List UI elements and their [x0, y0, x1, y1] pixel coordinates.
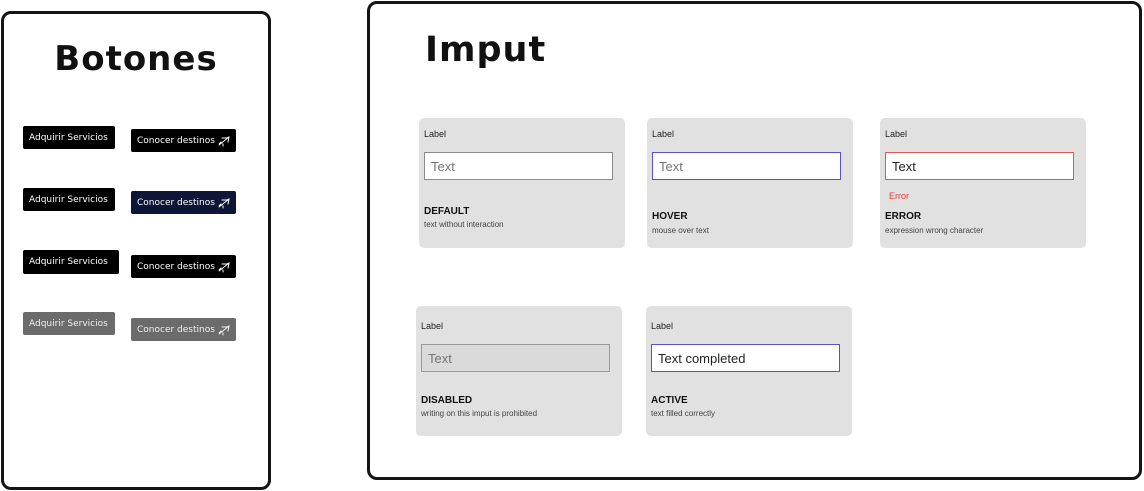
state-description: writing on this imput is prohibited	[421, 409, 538, 418]
field-label: Label	[424, 129, 447, 139]
input-card-disabled: Label DISABLED writing on this imput is …	[416, 306, 622, 436]
adquirir-servicios-button[interactable]: Adquirir Servicios	[23, 126, 115, 149]
state-description: text filled correctly	[651, 409, 716, 418]
button-label: Conocer destinos	[137, 324, 215, 335]
airplane-icon	[218, 324, 230, 336]
conocer-destinos-button-disabled[interactable]: Conocer destinos	[131, 318, 236, 341]
state-title: DISABLED	[421, 395, 473, 406]
input-card-hover: Label HOVER mouse over text	[647, 118, 853, 248]
airplane-icon	[218, 135, 230, 147]
airplane-icon	[218, 197, 230, 209]
text-input-active[interactable]	[651, 344, 840, 372]
input-title: Imput	[425, 30, 547, 70]
state-title: ACTIVE	[651, 395, 688, 406]
airplane-icon	[218, 261, 230, 273]
text-input-error[interactable]	[885, 152, 1074, 180]
field-label: Label	[652, 129, 675, 139]
adquirir-servicios-button-disabled[interactable]: Adquirir Servicios	[23, 312, 115, 335]
conocer-destinos-button[interactable]: Conocer destinos	[131, 129, 236, 152]
button-label: Conocer destinos	[137, 135, 215, 146]
button-label: Adquirir Servicios	[29, 257, 108, 267]
button-label: Conocer destinos	[137, 261, 215, 272]
state-description: text without interaction	[424, 220, 504, 229]
button-label: Conocer destinos	[137, 197, 215, 208]
field-label: Label	[421, 321, 444, 331]
adquirir-servicios-button-active[interactable]: Adquirir Servicios	[23, 250, 119, 274]
input-card-default: Label DEFAULT text without interaction	[419, 118, 625, 248]
text-input-hover[interactable]	[652, 152, 841, 180]
buttons-panel: Botones Adquirir Servicios Conocer desti…	[1, 11, 271, 490]
input-card-error: Label Error ERROR expression wrong chara…	[880, 118, 1086, 248]
state-title: ERROR	[885, 211, 922, 222]
state-description: expression wrong character	[885, 226, 984, 235]
input-panel: Imput Label DEFAULT text without interac…	[367, 1, 1142, 480]
conocer-destinos-button-active[interactable]: Conocer destinos	[131, 255, 236, 278]
field-label: Label	[885, 129, 908, 139]
state-description: mouse over text	[652, 226, 709, 235]
text-input-disabled[interactable]	[421, 344, 610, 372]
field-label: Label	[651, 321, 674, 331]
state-title: HOVER	[652, 211, 688, 222]
error-message: Error	[889, 191, 909, 201]
state-title: DEFAULT	[424, 206, 470, 217]
button-label: Adquirir Servicios	[29, 194, 108, 205]
text-input-default[interactable]	[424, 152, 613, 180]
conocer-destinos-button-hover[interactable]: Conocer destinos	[131, 191, 236, 214]
input-card-active: Label ACTIVE text filled correctly	[646, 306, 852, 436]
buttons-title: Botones	[54, 39, 218, 79]
adquirir-servicios-button-hover[interactable]: Adquirir Servicios	[23, 188, 115, 211]
button-label: Adquirir Servicios	[29, 132, 108, 143]
button-label: Adquirir Servicios	[29, 318, 108, 329]
